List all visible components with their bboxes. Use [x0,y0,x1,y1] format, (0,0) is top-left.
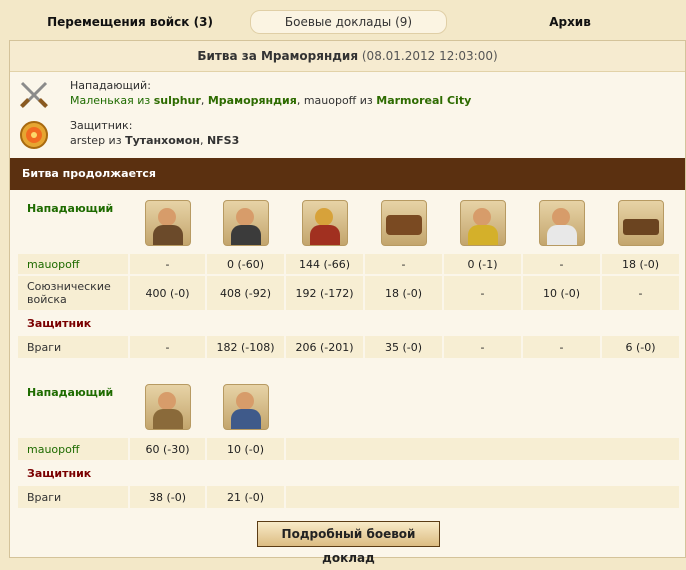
table-cell: 35 (-0) [365,336,442,358]
table-cell: 10 (-0) [523,276,600,310]
defender-label: Защитник: [70,119,133,132]
detailed-report-button[interactable]: Подробный боевой доклад [257,521,440,565]
attacker-heading: Нападающий [27,202,114,215]
table-cell: 192 (-172) [286,276,363,310]
attacker-origin-city[interactable]: Marmoreal City [376,94,471,107]
defender-who: arstep из [70,134,122,147]
defender-heading: Защитник [27,466,92,480]
table-cell: 6 (-0) [602,336,679,358]
table-cell: 144 (-66) [286,254,363,274]
archer-icon [144,384,191,430]
battle-title: Битва за Мраморяндия (08.01.2012 12:03:0… [10,41,685,72]
battle-name: Битва за Мраморяндия [197,49,359,63]
table-cell: 206 (-201) [286,336,363,358]
attacker-city[interactable]: Мраморяндия [208,94,297,107]
table-cell: 400 (-0) [130,276,205,310]
table-cell: - [444,336,521,358]
table-cell: 18 (-0) [602,254,679,274]
table-cell: - [523,254,600,274]
table-row-label: mauopoff [18,254,128,274]
shield-icon [18,119,50,151]
tab-archive[interactable]: Архив [520,10,620,34]
battering-ram-icon [380,200,427,246]
table-row-label: mauopoff [18,438,128,460]
table-cell: 21 (-0) [207,486,284,508]
table-cell: 10 (-0) [207,438,284,460]
table-row-label: Враги [18,486,128,508]
table-cell: 182 (-108) [207,336,284,358]
table-cell: - [444,276,521,310]
tab-troop-movements[interactable]: Перемещения войск (3) [40,10,220,34]
table-cell: 0 (-1) [444,254,521,274]
attacker-player[interactable]: sulphur [154,94,201,107]
slinger-icon [144,200,191,246]
defender-line: arstep из Тутанхомон, NFS3 [70,134,240,147]
hoplite-icon [301,200,348,246]
battle-status-bar: Битва продолжается [10,158,685,190]
table-cell: - [130,336,205,358]
attacker-info: Нападающий: Маленькая из sulphur, Мрамор… [10,79,685,115]
defender-alliance[interactable]: NFS3 [207,134,239,147]
battle-report-panel: Битва за Мраморяндия (08.01.2012 12:03:0… [9,40,686,565]
table-cell: - [523,336,600,358]
table-row-label: Союзнические войска [18,276,128,310]
swordsman-icon [222,200,269,246]
table-row-label: Враги [18,336,128,358]
battle-datetime: (08.01.2012 12:03:00) [361,49,498,63]
catapult-icon [617,200,664,246]
attacker-line: Маленькая из sulphur, Мраморяндия, mauop… [70,94,472,107]
attacker-label: Нападающий: [70,79,151,92]
defender-info: Защитник: arstep из Тутанхомон, NFS3 [10,119,685,155]
table-cell: 408 (-92) [207,276,284,310]
table-cell: 60 (-30) [130,438,205,460]
gunner-icon [459,200,506,246]
table-cell: - [365,254,442,274]
table-cell: - [602,276,679,310]
table-cell: - [130,254,205,274]
defender-heading: Защитник [27,316,92,330]
crossed-swords-icon [18,79,50,111]
attacker-heading: Нападающий [27,386,114,399]
doctor-icon [538,200,585,246]
battle-table-1: Нападающий mauopoff - 0 (-60) 144 (-66) … [16,192,681,360]
table-cell: 0 (-60) [207,254,284,274]
defender-city[interactable]: Тутанхомон [125,134,200,147]
table-cell: 38 (-0) [130,486,205,508]
tab-bar: Перемещения войск (3) Боевые доклады (9)… [0,0,686,38]
table-cell: 18 (-0) [365,276,442,310]
battle-table-2: Нападающий mauopoff 60 (-30) 10 (-0) Защ… [16,376,681,510]
spearman-icon [222,384,269,430]
attacker-who: mauopoff из [303,94,373,107]
tab-battle-reports[interactable]: Боевые доклады (9) [250,10,447,34]
attacker-unit: Маленькая из [70,94,151,107]
